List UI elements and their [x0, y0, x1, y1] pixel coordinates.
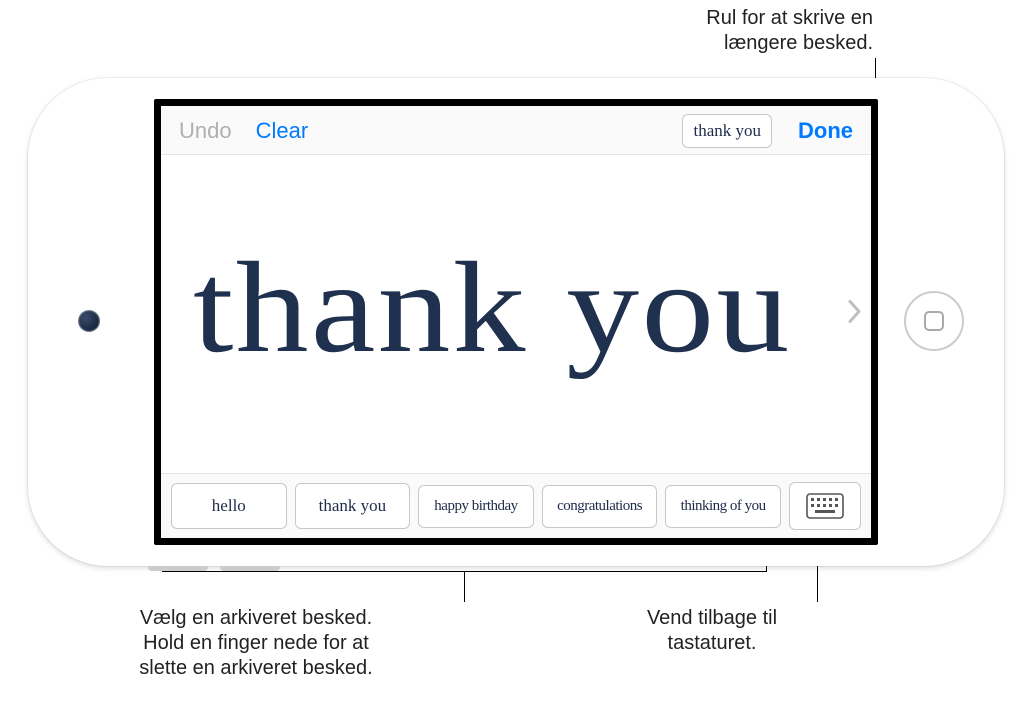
- undo-button: Undo: [175, 114, 236, 148]
- callout-select: Vælg en arkiveret besked. Hold en finger…: [106, 606, 406, 681]
- keyboard-button[interactable]: [789, 482, 861, 530]
- done-button[interactable]: Done: [794, 114, 857, 148]
- suggestion-thinking-of-you[interactable]: thinking of you: [665, 485, 781, 528]
- callout-scroll: Rul for at skrive en længere besked.: [593, 6, 873, 56]
- home-button-icon: [924, 311, 944, 331]
- suggestion-hello[interactable]: hello: [171, 483, 287, 529]
- home-button[interactable]: [904, 291, 964, 351]
- preview-chip[interactable]: thank you: [682, 114, 772, 148]
- keyboard-icon: [806, 493, 844, 519]
- clear-button[interactable]: Clear: [252, 114, 313, 148]
- handwritten-text: thank you: [193, 233, 791, 383]
- topbar: Undo Clear thank you Done: [161, 106, 871, 154]
- leader-line: [817, 562, 818, 602]
- callout-keyboard: Vend tilbage til tastaturet.: [612, 606, 812, 656]
- chevron-right-icon[interactable]: [845, 296, 865, 333]
- suggestion-congratulations[interactable]: congratulations: [542, 485, 658, 528]
- volume-down-button[interactable]: [220, 566, 280, 571]
- suggestion-row: hello thank you happy birthday congratul…: [161, 474, 871, 538]
- handwriting-canvas[interactable]: thank you: [161, 154, 871, 474]
- suggestion-thank-you[interactable]: thank you: [295, 483, 411, 529]
- ipod-device: Undo Clear thank you Done thank you hell…: [28, 78, 1004, 566]
- screen: Undo Clear thank you Done thank you hell…: [154, 99, 878, 545]
- suggestion-happy-birthday[interactable]: happy birthday: [418, 485, 534, 528]
- leader-line: [464, 571, 465, 602]
- volume-up-button[interactable]: [148, 566, 208, 571]
